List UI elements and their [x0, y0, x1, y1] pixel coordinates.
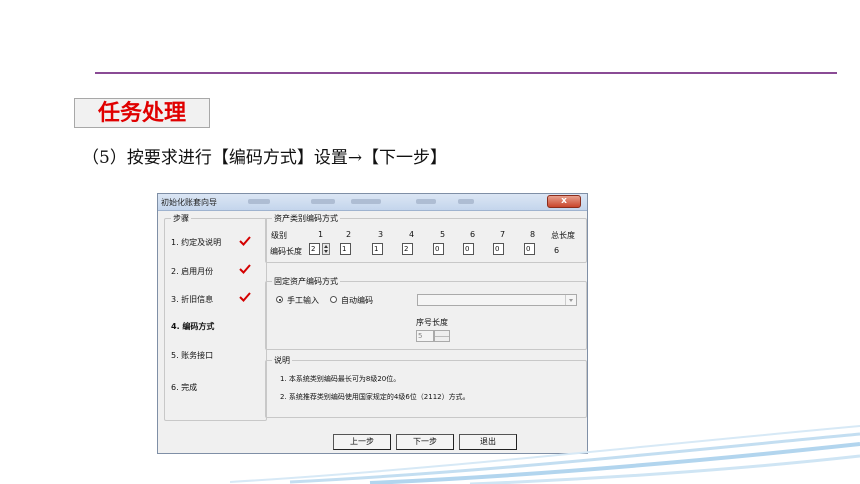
blurred-title-text	[458, 199, 474, 204]
manual-input-label[interactable]: 手工输入	[287, 295, 319, 306]
encoding-rule-select[interactable]	[417, 294, 577, 306]
total-length-value: 6	[554, 246, 560, 255]
decorative-swoosh	[230, 425, 860, 484]
step-encoding-current: 4. 编码方式	[171, 322, 215, 331]
step-depreciation: 3. 折旧信息	[171, 295, 214, 304]
spin-up-icon	[324, 245, 328, 248]
length-field-4[interactable]: 2	[402, 243, 413, 255]
dialog-title: 初始化账套向导	[161, 198, 217, 207]
steps-legend: 步骤	[173, 214, 189, 223]
notes-legend: 说明	[274, 356, 290, 365]
level-8: 8	[530, 230, 536, 239]
blurred-title-text	[248, 199, 270, 204]
header-divider	[95, 72, 837, 74]
setup-wizard-dialog: 初始化账套向导 x 步骤 1. 约定及说明 2. 启用月份 3. 折旧信息 4.…	[157, 193, 588, 454]
note-line-2: 2. 系统推荐类别编码使用国家规定的4级6位（2112）方式。	[280, 393, 470, 401]
asset-encoding-legend: 资产类别编码方式	[274, 214, 338, 223]
blurred-title-text	[311, 199, 335, 204]
manual-input-radio[interactable]	[276, 296, 283, 303]
step-agreement: 1. 约定及说明	[171, 238, 222, 247]
spin-down-icon	[324, 250, 328, 253]
steps-panel: 步骤 1. 约定及说明 2. 启用月份 3. 折旧信息 4. 编码方式 5. 账…	[164, 213, 267, 421]
close-button[interactable]: x	[547, 195, 581, 208]
seq-length-label: 序号长度	[416, 318, 448, 327]
length-field-5[interactable]: 0	[433, 243, 444, 255]
total-length-label: 总长度	[551, 231, 575, 240]
level-6: 6	[470, 230, 476, 239]
level-3: 3	[378, 230, 384, 239]
length-field-8[interactable]: 0	[524, 243, 535, 255]
step-ledger-interface: 5. 账务接口	[171, 351, 214, 360]
blurred-title-text	[416, 199, 436, 204]
chevron-down-icon	[565, 295, 576, 305]
length-spinner[interactable]	[322, 243, 330, 255]
dialog-titlebar: 初始化账套向导 x	[158, 194, 587, 211]
auto-encode-radio[interactable]	[330, 296, 337, 303]
instruction-text: （5）按要求进行【编码方式】设置→【下一步】	[82, 148, 448, 168]
length-field-7[interactable]: 0	[493, 243, 504, 255]
step-finish: 6. 完成	[171, 383, 198, 392]
level-label: 级别	[271, 231, 287, 240]
level-1: 1	[318, 230, 324, 239]
level-4: 4	[409, 230, 415, 239]
length-field-6[interactable]: 0	[463, 243, 474, 255]
section-tag: 任务处理	[74, 98, 210, 128]
length-field-1[interactable]: 2	[309, 243, 320, 255]
fixed-asset-encoding-panel: 固定资产编码方式 手工输入 自动编码 序号长度 5	[265, 276, 587, 350]
code-length-label: 编码长度	[270, 247, 302, 256]
length-field-3[interactable]: 1	[372, 243, 383, 255]
step-start-month: 2. 启用月份	[171, 267, 214, 276]
blurred-title-text	[351, 199, 381, 204]
fixed-asset-encoding-legend: 固定资产编码方式	[274, 277, 338, 286]
check-icon	[239, 236, 251, 246]
seq-length-spinner[interactable]	[434, 330, 450, 342]
note-line-1: 1. 本系统类别编码最长可为8级20位。	[280, 375, 401, 383]
notes-panel: 说明 1. 本系统类别编码最长可为8级20位。 2. 系统推荐类别编码使用国家规…	[265, 355, 587, 418]
spinner-divider	[435, 336, 449, 337]
seq-length-field[interactable]: 5	[416, 330, 434, 342]
check-icon	[239, 292, 251, 302]
check-icon	[239, 264, 251, 274]
level-2: 2	[346, 230, 352, 239]
asset-encoding-panel: 资产类别编码方式 级别 1 2 3 4 5 6 7 8 总长度 编码长度 2 1…	[265, 213, 587, 263]
auto-encode-label[interactable]: 自动编码	[341, 295, 373, 306]
length-field-2[interactable]: 1	[340, 243, 351, 255]
level-7: 7	[500, 230, 506, 239]
level-5: 5	[440, 230, 446, 239]
